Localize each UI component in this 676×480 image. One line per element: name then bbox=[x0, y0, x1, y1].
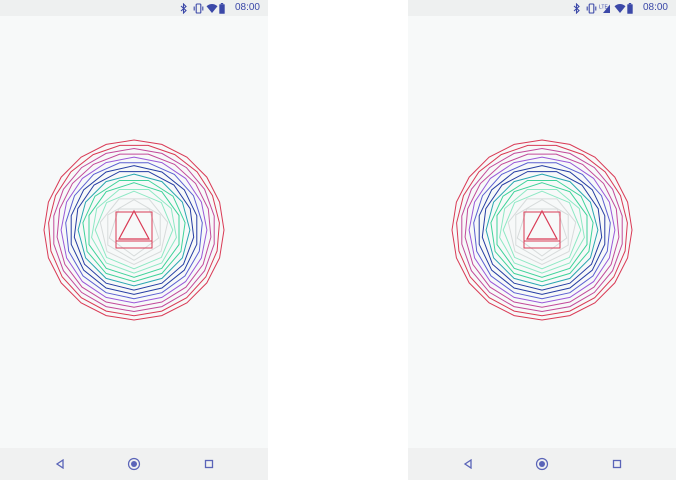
inner-triangle bbox=[525, 209, 559, 240]
nested-polygons-drawing bbox=[43, 139, 225, 321]
back-icon[interactable] bbox=[52, 456, 68, 472]
polygon-16-sides bbox=[60, 156, 208, 304]
polygon-5-sides bbox=[108, 208, 160, 257]
polygon-14-sides bbox=[70, 165, 198, 295]
status-clock: 08:00 bbox=[642, 2, 668, 13]
polygon-8-sides bbox=[94, 190, 174, 270]
polygon-5-sides bbox=[516, 208, 568, 257]
home-icon[interactable] bbox=[126, 456, 142, 472]
navigation-bar bbox=[408, 448, 676, 480]
polygon-11-sides bbox=[490, 180, 594, 283]
inner-square bbox=[115, 211, 153, 249]
wifi-icon bbox=[614, 3, 626, 14]
polygon-11-sides bbox=[82, 180, 186, 283]
recents-icon[interactable] bbox=[201, 456, 217, 472]
navigation-bar bbox=[0, 448, 268, 480]
home-icon[interactable] bbox=[534, 456, 550, 472]
cellular-lte-icon: LTE bbox=[599, 3, 611, 14]
polygon-8-sides bbox=[502, 190, 582, 270]
drawing-canvas bbox=[0, 16, 268, 448]
vibrate-icon bbox=[193, 2, 204, 14]
inner-square bbox=[523, 211, 561, 249]
status-bar: 08:00 bbox=[0, 0, 268, 16]
bluetooth-icon bbox=[573, 2, 583, 14]
polygon-14-sides bbox=[478, 165, 606, 295]
status-bar: LTE 08:00 bbox=[408, 0, 676, 16]
polygon-16-sides bbox=[468, 156, 616, 304]
polygon-17-sides bbox=[56, 153, 212, 308]
phone-screen-right: LTE 08:00 bbox=[408, 0, 676, 480]
recents-icon[interactable] bbox=[609, 456, 625, 472]
nested-polygons-drawing bbox=[451, 139, 633, 321]
polygon-17-sides bbox=[464, 153, 620, 308]
phone-screen-left: 08:00 bbox=[0, 0, 268, 480]
vibrate-icon bbox=[586, 2, 597, 14]
status-clock: 08:00 bbox=[234, 2, 260, 13]
inner-triangle bbox=[117, 209, 151, 240]
battery-icon bbox=[219, 2, 229, 14]
drawing-canvas bbox=[408, 16, 676, 448]
bluetooth-icon bbox=[180, 2, 190, 14]
wifi-icon bbox=[206, 3, 218, 14]
back-icon[interactable] bbox=[460, 456, 476, 472]
battery-icon bbox=[627, 2, 637, 14]
